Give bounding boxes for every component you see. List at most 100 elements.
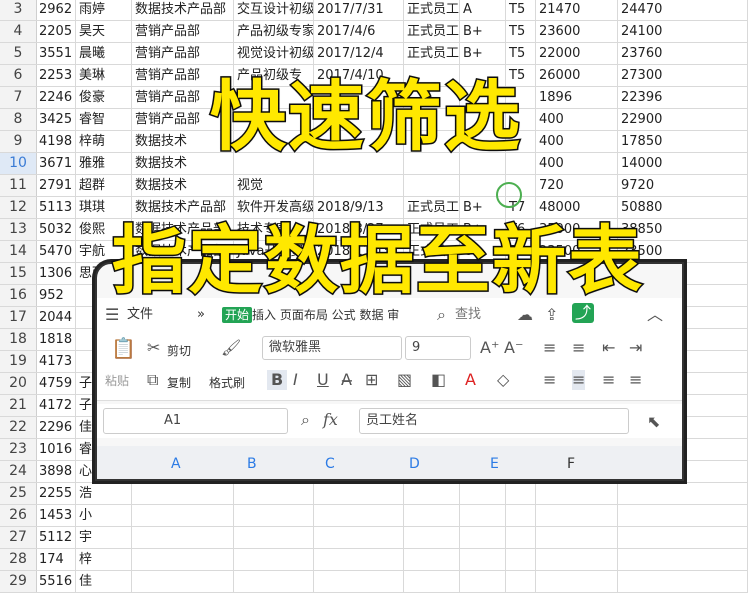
cell-type[interactable] <box>404 175 460 196</box>
italic-icon[interactable]: I <box>293 370 298 390</box>
row-number[interactable]: 22 <box>0 417 37 438</box>
paste-icon[interactable]: 📋 <box>111 338 136 358</box>
row-number[interactable]: 19 <box>0 351 37 372</box>
cell-date[interactable]: 2017/7/31 <box>314 0 404 20</box>
font-size-select[interactable]: 9 <box>405 336 471 360</box>
cell-id[interactable]: 5516 <box>36 571 76 592</box>
fill-pattern-icon[interactable]: ▧ <box>397 370 412 390</box>
indent-decrease-icon[interactable]: ⇤ <box>602 338 615 358</box>
column-header[interactable]: E <box>490 456 499 472</box>
strikethrough-icon[interactable]: A̶ <box>341 370 352 390</box>
align-top-icon[interactable]: ≡ <box>543 338 556 358</box>
cell-date[interactable]: 2018/9/13 <box>314 197 404 218</box>
column-header[interactable]: B <box>247 456 257 472</box>
cell-dept[interactable] <box>132 571 234 592</box>
cell-id[interactable]: 4173 <box>36 351 76 372</box>
cell-id[interactable]: 5113 <box>36 197 76 218</box>
search-icon[interactable]: ⌕ <box>437 305 446 325</box>
cell-v2[interactable]: 50880 <box>618 197 748 218</box>
cell-name[interactable]: 昊天 <box>76 21 132 42</box>
cell-v2[interactable]: 24470 <box>618 0 748 20</box>
cell-type[interactable] <box>404 483 460 504</box>
bold-icon[interactable]: B <box>267 370 288 390</box>
cell-dept[interactable]: 数据技术产品部 <box>132 0 234 20</box>
row-number[interactable]: 27 <box>0 527 37 548</box>
cut-button[interactable]: 剪切 <box>167 342 191 359</box>
cell-grade[interactable] <box>460 549 506 570</box>
cell-v1[interactable] <box>536 527 618 548</box>
cell-v1[interactable]: 22000 <box>536 43 618 64</box>
align-middle-icon[interactable]: ≡ <box>572 338 585 358</box>
cell-v1[interactable] <box>536 483 618 504</box>
cell-id[interactable]: 2205 <box>36 21 76 42</box>
row-number[interactable]: 5 <box>0 43 37 64</box>
cell-type[interactable] <box>404 505 460 526</box>
row-number[interactable]: 20 <box>0 373 37 394</box>
cell-type[interactable]: 正式员工 <box>404 0 460 20</box>
row-number[interactable]: 26 <box>0 505 37 526</box>
row-number[interactable]: 28 <box>0 549 37 570</box>
border-icon[interactable]: ⊞ <box>365 370 378 390</box>
cell-date[interactable] <box>314 483 404 504</box>
row-number[interactable]: 11 <box>0 175 37 196</box>
cell-grade[interactable] <box>460 505 506 526</box>
cell-dept[interactable]: 数据技术产品部 <box>132 197 234 218</box>
font-decrease-icon[interactable]: A⁻ <box>504 338 523 358</box>
cell-name[interactable]: 梓 <box>76 549 132 570</box>
align-left-icon[interactable]: ≡ <box>543 370 556 390</box>
cell-id[interactable]: 5112 <box>36 527 76 548</box>
cell-date[interactable] <box>314 549 404 570</box>
font-name-select[interactable]: 微软雅黑 <box>262 336 402 360</box>
cloud-icon[interactable]: ☁ <box>517 305 533 325</box>
cell-grade[interactable]: A <box>460 0 506 20</box>
cell-type[interactable]: 正式员工 <box>404 197 460 218</box>
cell-id[interactable]: 1453 <box>36 505 76 526</box>
cell-role[interactable] <box>234 549 314 570</box>
cell-date[interactable] <box>314 527 404 548</box>
chevron-up-icon[interactable]: ︿ <box>647 305 663 325</box>
cell-v1[interactable] <box>536 571 618 592</box>
cell-level[interactable]: T5 <box>506 43 536 64</box>
cell-id[interactable]: 3551 <box>36 43 76 64</box>
cell-date[interactable] <box>314 571 404 592</box>
cell-v2[interactable] <box>618 571 748 592</box>
formula-input[interactable]: 员工姓名 <box>359 408 629 434</box>
align-center-icon[interactable]: ≡ <box>572 370 586 390</box>
row-number[interactable]: 17 <box>0 307 37 328</box>
cell-role[interactable] <box>234 505 314 526</box>
cell-reference-box[interactable]: A1 <box>103 408 288 434</box>
cell-name[interactable]: 佳 <box>76 571 132 592</box>
export-icon[interactable]: ⤴ <box>572 303 595 323</box>
cell-level[interactable] <box>506 527 536 548</box>
cell-type[interactable] <box>404 571 460 592</box>
cell-role[interactable] <box>234 527 314 548</box>
cell-grade[interactable]: B+ <box>460 21 506 42</box>
cell-level[interactable] <box>506 549 536 570</box>
cell-date[interactable]: 2017/12/4 <box>314 43 404 64</box>
paste-label[interactable]: 粘贴 <box>105 372 129 389</box>
row-number[interactable]: 4 <box>0 21 37 42</box>
cell-type[interactable]: 正式员工 <box>404 43 460 64</box>
cell-role[interactable]: 软件开发高级 <box>234 197 314 218</box>
cell-v1[interactable]: 23600 <box>536 21 618 42</box>
format-painter-button[interactable]: 格式刷 <box>209 374 245 391</box>
cell-dept[interactable]: 营销产品部 <box>132 43 234 64</box>
cell-v2[interactable] <box>618 549 748 570</box>
cell-v2[interactable]: 9720 <box>618 175 748 196</box>
cell-grade[interactable]: B+ <box>460 43 506 64</box>
cell-v1[interactable]: 48000 <box>536 197 618 218</box>
cell-name[interactable]: 小 <box>76 505 132 526</box>
zoom-icon[interactable]: ⌕ <box>301 410 310 430</box>
row-number[interactable]: 18 <box>0 329 37 350</box>
cell-grade[interactable] <box>460 483 506 504</box>
cell-level[interactable] <box>506 483 536 504</box>
font-increase-icon[interactable]: A⁺ <box>480 338 499 358</box>
cell-id[interactable]: 1016 <box>36 439 76 460</box>
cell-type[interactable]: 正式员工 <box>404 21 460 42</box>
indent-increase-icon[interactable]: ⇥ <box>629 338 642 358</box>
underline-icon[interactable]: U <box>317 370 329 390</box>
font-color-icon[interactable]: A <box>465 370 476 390</box>
cell-dept[interactable] <box>132 549 234 570</box>
cell-v2[interactable] <box>618 527 748 548</box>
align-right-icon[interactable]: ≡ <box>602 370 615 390</box>
